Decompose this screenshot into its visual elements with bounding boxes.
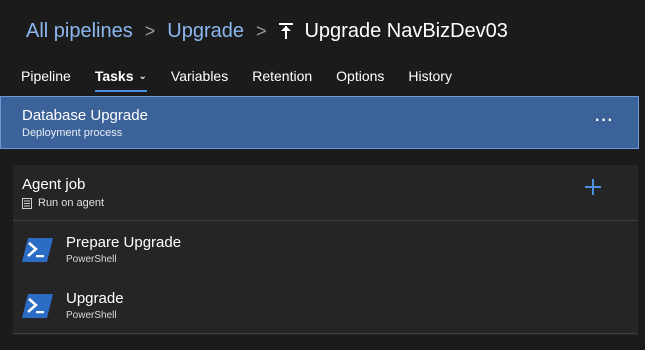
release-pipeline-icon: [279, 23, 294, 39]
stage-header[interactable]: Database Upgrade Deployment process ···: [0, 96, 639, 149]
stage-subtitle: Deployment process: [22, 127, 123, 139]
tab-tasks[interactable]: Tasks ⌄: [83, 64, 159, 92]
tab-label: Options: [336, 68, 385, 84]
server-icon: [22, 197, 32, 209]
tab-retention[interactable]: Retention: [240, 64, 324, 88]
tab-label: Pipeline: [21, 68, 71, 84]
breadcrumb: All pipelines > Upgrade > Upgrade NavBiz…: [26, 16, 508, 46]
chevron-down-icon: ⌄: [138, 71, 147, 83]
tab-label: History: [408, 68, 452, 84]
task-subtitle: PowerShell: [66, 254, 117, 265]
tab-label: Retention: [252, 68, 313, 84]
powershell-icon: [22, 294, 53, 318]
tab-history[interactable]: History: [396, 64, 464, 88]
breadcrumb-separator: >: [255, 20, 267, 41]
task-row[interactable]: Prepare Upgrade PowerShell: [13, 221, 638, 277]
more-options-icon[interactable]: ···: [595, 112, 614, 130]
agent-job-row[interactable]: Agent job Run on agent: [13, 165, 638, 221]
plus-icon[interactable]: [583, 177, 603, 197]
tab-label: Tasks: [94, 68, 134, 84]
breadcrumb-folder[interactable]: Upgrade: [167, 20, 244, 43]
task-title: Upgrade: [66, 290, 124, 307]
task-row[interactable]: Upgrade PowerShell: [13, 277, 638, 334]
agent-job-subtitle-text: Run on agent: [38, 197, 105, 209]
breadcrumb-separator: >: [144, 20, 156, 41]
tab-pipeline[interactable]: Pipeline: [9, 64, 83, 88]
tab-bar: Pipeline Tasks ⌄ Variables Retention Opti…: [9, 62, 464, 92]
breadcrumb-all-pipelines[interactable]: All pipelines: [26, 20, 133, 43]
tab-options[interactable]: Options: [324, 64, 396, 88]
tab-label: Variables: [170, 68, 229, 84]
job-panel: Agent job Run on agent Prepare Upgrade P…: [13, 165, 638, 335]
agent-job-subtitle: Run on agent: [22, 197, 104, 209]
agent-job-title: Agent job: [22, 176, 86, 193]
task-subtitle: PowerShell: [66, 310, 117, 321]
page-title: Upgrade NavBizDev03: [304, 19, 508, 42]
stage-title: Database Upgrade: [22, 107, 148, 124]
tab-variables[interactable]: Variables: [159, 64, 240, 88]
breadcrumb-current: Upgrade NavBizDev03: [278, 19, 508, 43]
powershell-icon: [22, 238, 53, 262]
task-title: Prepare Upgrade: [66, 234, 182, 251]
